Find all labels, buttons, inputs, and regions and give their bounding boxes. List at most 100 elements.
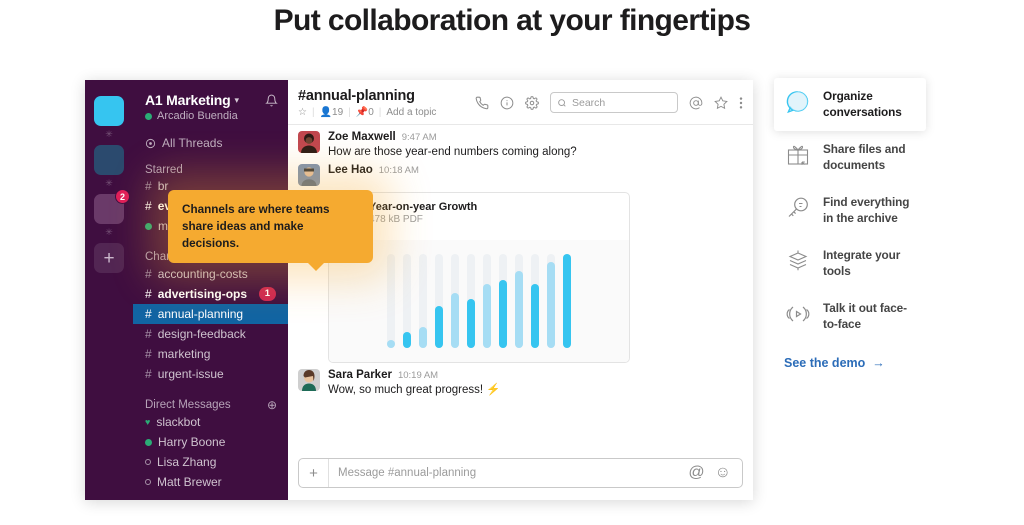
meta-divider: | (378, 107, 382, 118)
gear-icon[interactable] (525, 95, 539, 110)
group-title-direct-messages: Direct Messages (145, 399, 231, 411)
sidebar-item-label: slackbot (156, 414, 201, 429)
search-placeholder: Search (572, 96, 606, 109)
channel-header: #annual-planning ☆ | 👤19 | 📌0 | Add a to… (288, 80, 753, 125)
current-user-name: Arcadio Buendia (157, 110, 238, 122)
sidebar-item-harry-boone[interactable]: Harry Boone (133, 432, 288, 452)
bar-fill (419, 327, 427, 348)
avatar[interactable] (298, 131, 320, 153)
workspace-name-row[interactable]: A1 Marketing ▾ (145, 92, 265, 108)
message-item: Zoe Maxwell 9:47 AM How are those year-e… (298, 131, 743, 160)
search-input[interactable]: Search (550, 92, 678, 113)
file-attachment-card[interactable]: Year-on-year Growth 478 kB PDF (328, 192, 630, 363)
info-icon[interactable] (500, 96, 514, 110)
add-topic-link[interactable]: Add a topic (386, 107, 436, 118)
message-author[interactable]: Lee Hao (328, 164, 373, 176)
bar-slot (451, 254, 459, 348)
sidebar-item-matt-brewer[interactable]: Matt Brewer (133, 472, 288, 492)
bar-fill (499, 280, 507, 348)
presence-online-icon (145, 112, 152, 120)
composer-box[interactable]: + Message #annual-planning @ ☺ (298, 458, 743, 488)
sidebar-item-label: m (158, 218, 168, 233)
workspace-header[interactable]: A1 Marketing ▾ Arcadio Buendia (133, 92, 288, 122)
more-options-icon[interactable] (739, 96, 743, 110)
sidebar-item-label: annual-planning (157, 306, 244, 321)
sidebar-item-label: marketing (157, 346, 211, 361)
sidebar-item-label: br (157, 178, 169, 193)
all-threads-label: All Threads (162, 136, 223, 150)
message-input[interactable]: Message #annual-planning (329, 467, 688, 479)
sidebar-item-advertising-ops[interactable]: # advertising-ops 1 (133, 284, 288, 304)
hash-icon: # (145, 178, 152, 193)
sidebar-item-label: design-feedback (157, 326, 246, 341)
feature-item-share-files[interactable]: Share files and documents (774, 131, 926, 184)
add-dm-icon[interactable]: ⊕ (267, 398, 277, 412)
chevron-down-icon: ▾ (234, 94, 240, 105)
header-actions: Search (475, 88, 743, 113)
star-icon[interactable]: ☆ (298, 107, 307, 118)
feature-item-find-everything[interactable]: Find everything in the archive (774, 184, 926, 237)
message-text: Wow, so much great progress! ⚡ (328, 384, 501, 396)
presence-online-icon (145, 438, 152, 446)
bar-fill (451, 293, 459, 348)
feature-label: Integrate your tools (823, 248, 901, 278)
mentions-icon[interactable] (689, 96, 703, 110)
message-author[interactable]: Zoe Maxwell (328, 131, 396, 143)
file-meta: 478 kB PDF (369, 214, 423, 225)
hash-icon: # (145, 286, 152, 301)
sidebar-item-annual-planning[interactable]: # annual-planning (133, 304, 288, 324)
feature-label: Organize conversations (823, 89, 902, 119)
sidebar-item-lisa-zhang[interactable]: Lisa Zhang (133, 452, 288, 472)
see-the-demo-link[interactable]: See the demo → (774, 356, 926, 370)
sidebar-item-marketing[interactable]: # marketing (133, 344, 288, 364)
onboarding-tooltip[interactable]: Channels are where teams share ideas and… (168, 190, 373, 271)
hash-icon: # (145, 366, 152, 381)
rail-divider-icon: ✳ (105, 129, 113, 139)
sidebar-item-urgent-issue[interactable]: # urgent-issue (133, 364, 288, 384)
feature-item-organize-conversations[interactable]: Organize conversations (774, 78, 926, 131)
message-text: How are those year-end numbers coming al… (328, 146, 577, 158)
workspace-tile-2[interactable] (94, 145, 124, 175)
bar-slot (403, 254, 411, 348)
phone-call-icon[interactable] (475, 96, 489, 110)
speech-bubble-icon (784, 89, 812, 115)
file-attachment-header: Year-on-year Growth 478 kB PDF (329, 193, 629, 240)
sidebar-item-slackbot[interactable]: ♥ slackbot (133, 412, 288, 432)
heart-icon: ♥ (145, 416, 151, 427)
add-attachment-icon[interactable]: + (299, 459, 329, 487)
slack-app-window: ✳ ✳ 2 ✳ + A1 Marketing ▾ Arcadio Buendia… (85, 80, 753, 500)
avatar[interactable] (298, 164, 320, 186)
sidebar-item-label: Lisa Zhang (157, 454, 217, 469)
emoji-icon[interactable]: ☺ (715, 464, 731, 482)
bar-fill (563, 254, 571, 348)
sidebar-item-all-threads[interactable]: All Threads (133, 136, 288, 150)
sidebar-group-direct-messages: Direct Messages ⊕ (133, 398, 288, 412)
notifications-bell-icon[interactable] (265, 94, 278, 110)
message-time: 10:19 AM (397, 370, 439, 381)
group-title-starred: Starred (145, 164, 183, 176)
pins-count[interactable]: 📌0 (356, 107, 374, 118)
star-outline-icon[interactable] (714, 95, 728, 110)
file-name[interactable]: Year-on-year Growth (369, 201, 477, 213)
mention-icon[interactable]: @ (688, 464, 704, 482)
workspace-tile-1[interactable] (94, 96, 124, 126)
sidebar-item-design-feedback[interactable]: # design-feedback (133, 324, 288, 344)
workspace-name: A1 Marketing (145, 92, 231, 108)
feature-item-integrate-tools[interactable]: Integrate your tools (774, 237, 926, 290)
meta-divider: | (348, 107, 351, 118)
message-author[interactable]: Sara Parker (328, 369, 392, 381)
members-count[interactable]: 👤19 (320, 107, 344, 118)
bar-slot (563, 254, 571, 348)
magnifying-key-icon (784, 195, 812, 221)
add-workspace-button[interactable]: + (94, 243, 124, 273)
bar-slot (547, 254, 555, 348)
avatar[interactable] (298, 369, 320, 391)
message-item: Lee Hao 10:18 AM (298, 164, 743, 186)
bar-fill (387, 340, 395, 348)
gift-box-icon (784, 142, 812, 168)
workspace-tile-3[interactable]: 2 (94, 189, 130, 224)
hash-icon: # (145, 198, 152, 213)
sidebar-item-accounting-costs[interactable]: # accounting-costs (133, 264, 288, 284)
feature-item-talk-face-to-face[interactable]: Talk it out face-to-face (774, 290, 926, 343)
sidebar-item-label: urgent-issue (157, 366, 224, 381)
